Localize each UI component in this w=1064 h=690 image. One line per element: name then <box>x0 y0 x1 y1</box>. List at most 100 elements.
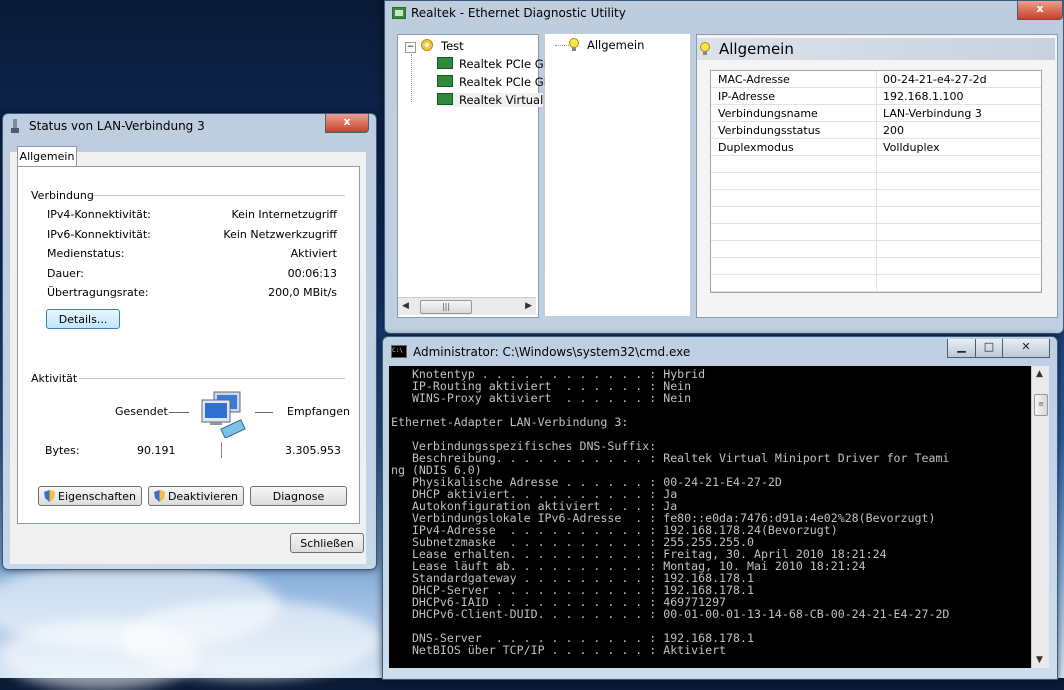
connection-row-value: Kein Netzwerkzugriff <box>223 227 337 241</box>
tab-allgemein[interactable]: Allgemein <box>17 146 77 167</box>
tree-item-label: Realtek Virtual <box>459 93 544 107</box>
console-vertical-scrollbar[interactable]: ▲ ≡ ▼ <box>1031 366 1049 668</box>
tree-root[interactable]: Test <box>419 39 464 53</box>
property-row[interactable]: IP-Adresse 192.168.1.100 <box>711 88 1041 105</box>
column-divider <box>876 71 877 87</box>
scroll-up-icon[interactable]: ▲ <box>1036 369 1043 379</box>
category-item-label: Allgemein <box>587 38 645 52</box>
column-divider <box>876 190 877 206</box>
column-divider <box>876 241 877 257</box>
status-window-title: Status von LAN-Verbindung 3 <box>29 119 205 133</box>
console-line: WINS-Proxy aktiviert . . . . . . : Nein <box>391 391 692 405</box>
close-button[interactable]: Schließen <box>290 533 364 553</box>
column-divider <box>876 275 877 291</box>
connection-row-label: Übertragungsrate: <box>47 286 149 300</box>
property-row[interactable] <box>711 190 1041 207</box>
tree-connector <box>411 54 413 102</box>
activity-header: Aktivität <box>31 372 78 385</box>
properties-button[interactable]: Eigenschaften <box>38 486 142 506</box>
tree-item-adapter-1[interactable]: Realtek PCIe GE <box>437 57 551 71</box>
tree-item-label: Realtek PCIe GE <box>459 57 551 71</box>
property-row[interactable]: MAC-Adresse 00-24-21-e4-27-2d <box>711 71 1041 88</box>
close-icon[interactable]: ✕ <box>1002 339 1050 358</box>
close-icon[interactable]: x <box>325 114 369 133</box>
network-icon <box>11 119 19 133</box>
column-divider <box>876 156 877 172</box>
property-row[interactable] <box>711 275 1041 292</box>
bytes-label: Bytes: <box>45 444 80 457</box>
property-row[interactable] <box>711 173 1041 190</box>
property-key: Verbindungsname <box>718 107 818 120</box>
sent-line <box>169 412 189 413</box>
diagnose-button[interactable]: Diagnose <box>250 486 347 506</box>
activity-divider <box>79 378 345 379</box>
scroll-thumb[interactable]: ≡ <box>1034 394 1048 416</box>
column-divider <box>876 258 877 274</box>
column-divider <box>876 122 877 138</box>
connection-row-label: IPv4-Konnektivität: <box>47 208 151 221</box>
property-value: 192.168.1.100 <box>883 90 964 103</box>
property-row[interactable] <box>711 258 1041 275</box>
connection-row-value: Aktiviert <box>290 247 337 261</box>
computer-icon <box>419 39 435 51</box>
connection-row-value: 200,0 MBit/s <box>268 286 337 300</box>
minimize-icon[interactable]: ▁ <box>947 339 976 358</box>
console-line: DHCPv6-Client-DUID. . . . . . . . : 00-0… <box>391 607 950 621</box>
property-value: Vollduplex <box>883 141 940 154</box>
property-row[interactable]: Verbindungsname LAN-Verbindung 3 <box>711 105 1041 122</box>
property-row[interactable] <box>711 224 1041 241</box>
connection-row: IPv4-Konnektivität: Kein Internetzugriff <box>47 208 337 224</box>
connection-row: Übertragungsrate: 200,0 MBit/s <box>47 286 337 302</box>
connection-row: Medienstatus: Aktiviert <box>47 247 337 263</box>
property-row[interactable] <box>711 207 1041 224</box>
property-value: 200 <box>883 124 904 137</box>
console-line: Ethernet-Adapter LAN-Verbindung 3: <box>391 415 629 429</box>
lightbulb-icon <box>700 42 710 55</box>
connection-row: IPv6-Konnektivität: Kein Netzwerkzugriff <box>47 228 337 244</box>
property-row[interactable] <box>711 241 1041 258</box>
console-output[interactable]: Knotentyp . . . . . . . . . . . . : Hybr… <box>389 366 1031 668</box>
scroll-right-icon[interactable]: ▶ <box>525 301 532 311</box>
connection-row-label: Dauer: <box>47 266 84 280</box>
scroll-thumb[interactable]: ||| <box>420 300 472 314</box>
bytes-received-value: 3.305.953 <box>285 444 341 457</box>
cmd-titlebar[interactable]: C:\ Administrator: C:\Windows\system32\c… <box>383 337 1057 361</box>
received-label: Empfangen <box>287 405 350 418</box>
received-line <box>255 412 273 413</box>
sent-label: Gesendet <box>115 405 168 418</box>
close-icon[interactable]: x <box>1017 1 1063 20</box>
status-titlebar[interactable]: Status von LAN-Verbindung 3 x <box>3 114 376 138</box>
column-divider <box>876 207 877 223</box>
bytes-sent-value: 90.191 <box>137 444 176 457</box>
details-button[interactable]: Details... <box>46 309 120 329</box>
connection-row-label: IPv6-Konnektivität: <box>47 227 151 241</box>
maximize-icon[interactable]: □ <box>975 339 1003 358</box>
property-row[interactable] <box>711 156 1041 173</box>
tree-horizontal-scrollbar[interactable]: ◀ ||| ▶ <box>398 297 536 315</box>
connection-row-value: Kein Internetzugriff <box>231 208 337 221</box>
lightbulb-icon <box>569 38 579 51</box>
shield-icon <box>153 489 165 502</box>
tree-item-adapter-3[interactable]: Realtek Virtual <box>437 93 544 107</box>
disable-button-label: Deaktivieren <box>167 490 239 503</box>
property-value: 00-24-21-e4-27-2d <box>883 73 987 86</box>
connection-divider <box>93 195 345 196</box>
column-divider <box>876 139 877 155</box>
category-connector <box>555 45 569 46</box>
tree-item-adapter-2[interactable]: Realtek PCIe GE <box>437 75 551 89</box>
bytes-divider <box>221 442 222 458</box>
scroll-down-icon[interactable]: ▼ <box>1036 655 1043 665</box>
cmd-icon: C:\ <box>391 345 407 358</box>
realtek-window-title: Realtek - Ethernet Diagnostic Utility <box>411 6 626 20</box>
column-divider <box>876 88 877 104</box>
network-computers-icon <box>200 390 252 439</box>
category-item-allgemein[interactable]: Allgemein <box>569 38 644 52</box>
tree-expander-icon[interactable]: − <box>405 42 416 53</box>
property-row[interactable]: Duplexmodus Vollduplex <box>711 139 1041 156</box>
disable-button[interactable]: Deaktivieren <box>148 486 244 506</box>
network-card-icon <box>437 57 453 69</box>
realtek-titlebar[interactable]: Realtek - Ethernet Diagnostic Utility x <box>385 1 1063 25</box>
column-divider <box>876 224 877 240</box>
scroll-left-icon[interactable]: ◀ <box>402 301 409 311</box>
property-row[interactable]: Verbindungsstatus 200 <box>711 122 1041 139</box>
